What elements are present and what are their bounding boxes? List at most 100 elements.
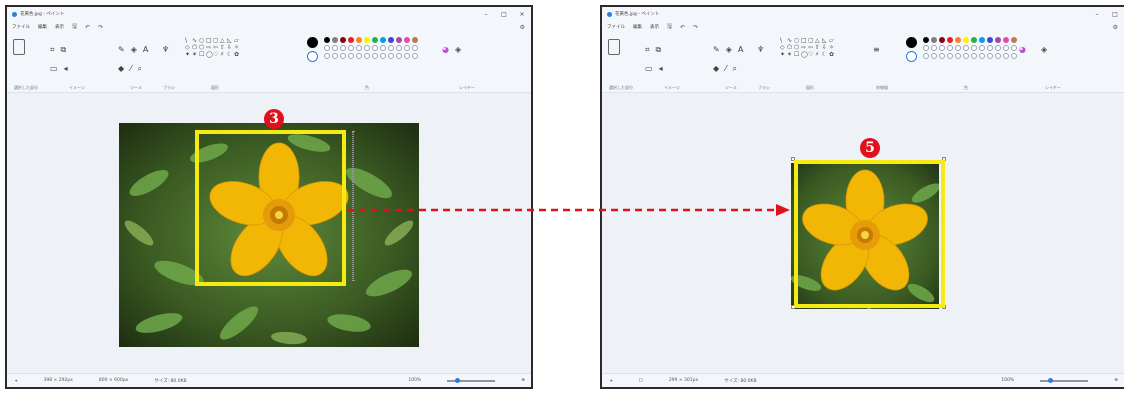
custom-color-slot[interactable] [348,53,354,59]
color-swatch[interactable] [412,37,418,43]
undo-icon[interactable]: ↶ [85,24,90,31]
minimize-button[interactable]: – [1088,11,1106,18]
custom-color-slot[interactable] [939,45,945,51]
resize-icon[interactable]: ⧉ [61,45,67,55]
custom-color-slot[interactable] [332,45,338,51]
maximize-button[interactable]: □ [495,11,513,18]
custom-color-slot[interactable] [939,53,945,59]
color2-swatch[interactable] [307,51,318,62]
maximize-button[interactable]: □ [1106,11,1124,18]
custom-color-slot[interactable] [963,53,969,59]
menu-view[interactable]: 表示 [55,24,64,30]
color-swatch[interactable] [1003,37,1009,43]
redo-icon[interactable]: ↷ [693,24,698,31]
layers-icon[interactable]: ◈ [455,45,461,54]
custom-color-slot[interactable] [340,53,346,59]
custom-color-slot[interactable] [396,53,402,59]
brush-icon[interactable]: ♆ [162,45,169,54]
color-swatch[interactable] [388,37,394,43]
zoom-slider[interactable] [1040,377,1089,383]
custom-color-slot[interactable] [987,45,993,51]
settings-gear-icon[interactable]: ⚙ [1113,24,1118,31]
color-swatch[interactable] [324,37,330,43]
custom-color-slot[interactable] [971,45,977,51]
magnifier-icon[interactable]: ⌕ [733,64,737,74]
custom-color-slot[interactable] [332,53,338,59]
color-wheel-icon[interactable]: ◕ [1019,45,1026,54]
custom-color-slot[interactable] [396,45,402,51]
color-swatch[interactable] [332,37,338,43]
menu-view[interactable]: 表示 [650,24,659,30]
custom-color-slot[interactable] [955,45,961,51]
color-swatch[interactable] [931,37,937,43]
custom-color-slot[interactable] [955,53,961,59]
custom-color-slot[interactable] [404,45,410,51]
undo-icon[interactable]: ↶ [680,24,685,31]
color-swatch[interactable] [971,37,977,43]
color1-swatch[interactable] [307,37,318,48]
settings-gear-icon[interactable]: ⚙ [520,24,525,31]
group-select[interactable]: 選択した部分 [11,37,41,90]
color-swatch[interactable] [923,37,929,43]
menu-edit[interactable]: 編集 [38,24,47,30]
custom-color-slot[interactable] [388,45,394,51]
select-tool-icon[interactable] [608,39,620,55]
custom-color-slot[interactable] [931,45,937,51]
color-picker-icon[interactable]: ⁄ [725,64,726,73]
custom-color-slot[interactable] [372,45,378,51]
zoom-text[interactable]: 100% [1001,378,1014,383]
color-picker-icon[interactable]: ⁄ [130,64,131,73]
custom-color-slot[interactable] [388,53,394,59]
eraser-icon[interactable]: ◆ [118,64,124,73]
layers-icon[interactable]: ◈ [1041,45,1047,54]
custom-color-slot[interactable] [923,53,929,59]
color-swatch[interactable] [979,37,985,43]
menu-file[interactable]: ファイル [12,24,30,30]
custom-color-slot[interactable] [348,45,354,51]
custom-color-slot[interactable] [364,45,370,51]
color-wheel-icon[interactable]: ◕ [442,45,449,54]
save-icon[interactable]: 🖫 [667,22,672,32]
zoom-in-icon[interactable]: ⊕ [521,378,525,383]
color-swatch[interactable] [995,37,1001,43]
zoom-slider-knob[interactable] [1048,377,1054,383]
fill-icon[interactable]: ◈ [131,45,137,54]
custom-color-slot[interactable] [923,45,929,51]
color-swatch[interactable] [356,37,362,43]
custom-color-slot[interactable] [412,45,418,51]
custom-color-slot[interactable] [947,45,953,51]
resize-icon[interactable]: ⧉ [656,45,662,55]
close-button[interactable]: × [513,11,531,18]
color1-swatch[interactable] [906,37,917,48]
pencil-icon[interactable]: ✎ [118,45,125,54]
color-swatch[interactable] [372,37,378,43]
stroke-width-icon[interactable]: ≡ [873,45,880,54]
save-icon[interactable]: 🖫 [72,22,77,32]
custom-color-slot[interactable] [987,53,993,59]
color-swatch[interactable] [364,37,370,43]
group-select[interactable]: 選択した部分 [606,37,636,90]
crop-icon[interactable]: ⌗ [50,45,55,55]
color2-swatch[interactable] [906,51,917,62]
custom-color-slot[interactable] [412,53,418,59]
color-swatch[interactable] [955,37,961,43]
zoom-in-icon[interactable]: ⊕ [1114,378,1118,383]
custom-color-slot[interactable] [995,53,1001,59]
custom-color-slot[interactable] [364,53,370,59]
color-swatch[interactable] [987,37,993,43]
select-tool-icon[interactable] [13,39,25,55]
flip-icon[interactable]: ◂ [64,64,68,73]
color-swatch[interactable] [348,37,354,43]
brush-icon[interactable]: ♆ [757,45,764,54]
custom-color-slot[interactable] [1003,45,1009,51]
color-palette[interactable] [923,37,1018,83]
color-swatch[interactable] [963,37,969,43]
magnifier-icon[interactable]: ⌕ [138,64,142,74]
shapes-gallery[interactable]: \ ∿ ○ □ ▢ △ ◺ ▱ ◇ ⬠ ⬡ ⇨ ⇦ ⇧ ⇩ ✧ ✦ ✶ ☐ ◯ ♡ ⚡ ☾ ✿ [780,37,840,58]
custom-color-slot[interactable] [963,45,969,51]
menu-edit[interactable]: 編集 [633,24,642,30]
fill-icon[interactable]: ◈ [726,45,732,54]
custom-color-slot[interactable] [971,53,977,59]
custom-color-slot[interactable] [1003,53,1009,59]
custom-color-slot[interactable] [380,45,386,51]
